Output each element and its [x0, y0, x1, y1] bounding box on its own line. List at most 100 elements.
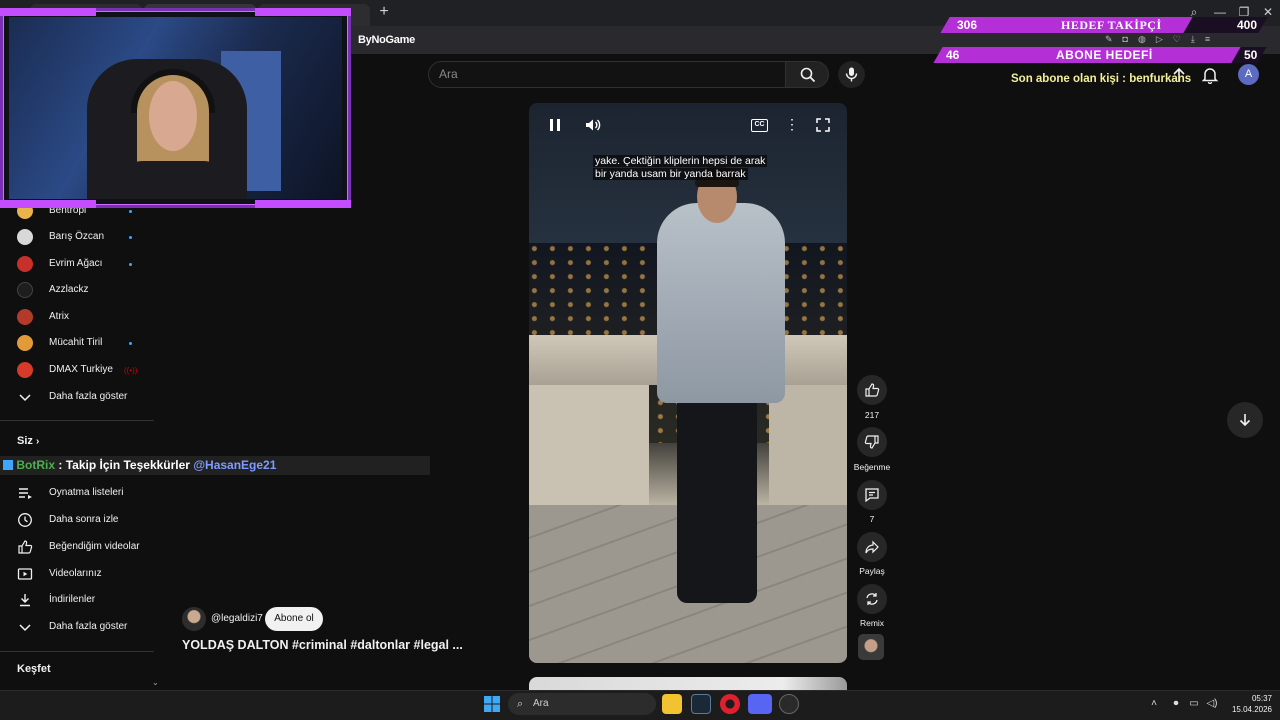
share-label: Paylaş: [859, 566, 885, 576]
sidebar-subscription[interactable]: Barış Özcan: [0, 224, 160, 250]
chat-username: BotRix: [16, 458, 56, 472]
app-icon[interactable]: [779, 694, 799, 714]
bookmark-bynogame[interactable]: ByNoGame: [358, 26, 415, 54]
sidebar-subscription[interactable]: Mücahit Tiril: [0, 330, 160, 356]
sidebar-item-watch-later[interactable]: Daha sonra izle: [0, 507, 160, 533]
share-icon: [865, 540, 879, 554]
channel-avatar[interactable]: [182, 607, 206, 631]
taskbar-search[interactable]: ⌕ Ara: [508, 693, 656, 715]
sidebar-subscription[interactable]: DMAX Turkiye ((•)): [0, 357, 160, 383]
download-icon[interactable]: ⤓: [1191, 34, 1205, 44]
menu-icon[interactable]: ≡: [1205, 34, 1220, 44]
sidebar-item-label: Beğendiğim videolar: [49, 541, 140, 552]
shorts-video-player[interactable]: [529, 103, 847, 663]
sidebar-subscription[interactable]: Evrim Ağacı: [0, 251, 160, 277]
clock-time: 05:37: [1251, 694, 1272, 703]
sound-thumbnail[interactable]: [858, 634, 884, 660]
frame-corner: [255, 8, 351, 16]
sidebar-subscription[interactable]: Azzlackz: [0, 277, 160, 303]
clock-date: 15.04.2026: [1231, 705, 1272, 714]
comments-button[interactable]: [857, 480, 887, 510]
remix-button[interactable]: [857, 584, 887, 614]
goal-label: ABONE HEDEFİ: [1056, 48, 1153, 62]
sidebar-item-downloads[interactable]: İndirilenler: [0, 587, 160, 613]
sidebar-divider: [0, 651, 154, 652]
thumbs-down-icon: [864, 435, 879, 449]
file-explorer-icon[interactable]: [662, 694, 682, 714]
remix-label: Remix: [859, 618, 885, 628]
captions-icon[interactable]: CC: [751, 119, 768, 132]
chevron-down-icon: [19, 624, 31, 632]
live-icon: ((•)): [124, 366, 138, 375]
last-subscriber-text: Son abone olan kişi : benfurkans: [1011, 73, 1192, 85]
downloads-icon: [20, 594, 30, 607]
bot-icon: [3, 460, 13, 470]
taskbar-clock[interactable]: 05:37 15.04.2026: [1228, 693, 1272, 715]
comment-icon: [865, 488, 879, 503]
extension-icon[interactable]: ◍: [1138, 34, 1156, 44]
sidebar: Bentropi Barış Özcan Evrim Ağacı Azzlack…: [0, 200, 160, 690]
like-button[interactable]: [857, 375, 887, 405]
share-button[interactable]: [857, 532, 887, 562]
sidebar-item-playlists[interactable]: Oynatma listeleri: [0, 480, 160, 506]
you-heading: Siz: [17, 435, 33, 447]
new-content-dot: [129, 236, 132, 239]
channel-avatar-icon: [17, 362, 33, 378]
notifications-bell-icon[interactable]: [1201, 66, 1219, 84]
arrow-down-icon: [1239, 414, 1251, 427]
video-person: [677, 393, 757, 603]
pause-icon[interactable]: [546, 116, 564, 134]
extension-icon[interactable]: ✎: [1105, 34, 1123, 44]
short-title[interactable]: YOLDAŞ DALTON #criminal #daltonlar #lega…: [182, 638, 463, 652]
mic-icon: [845, 67, 858, 82]
play-icon[interactable]: ▷: [1156, 34, 1173, 44]
frame-corner: [255, 200, 351, 208]
remix-icon: [866, 593, 878, 605]
channel-handle[interactable]: @legaldizi7: [211, 613, 263, 624]
more-vertical-icon[interactable]: ⋮: [785, 116, 799, 134]
sidebar-item-your-videos[interactable]: Videolarınız: [0, 561, 160, 587]
subscribe-button[interactable]: Abone ol: [265, 607, 323, 631]
goal-target: 400: [1237, 18, 1258, 32]
tray-mic-icon[interactable]: ⏺: [1170, 698, 1182, 710]
comment-count: 7: [869, 514, 875, 524]
channel-avatar-icon: [17, 309, 33, 325]
camera-icon[interactable]: ◘: [1123, 34, 1138, 44]
fullscreen-icon[interactable]: [815, 117, 831, 133]
scroll-down-arrow-icon[interactable]: ⌄: [152, 678, 159, 687]
network-icon[interactable]: ▭: [1188, 698, 1200, 710]
goal-current: 306: [957, 18, 978, 32]
liked-videos-icon: [18, 540, 33, 554]
new-content-dot: [129, 342, 132, 345]
volume-tray-icon[interactable]: ◁): [1206, 698, 1218, 710]
sidebar-subscription[interactable]: Atrix: [0, 304, 160, 330]
sidebar-item-label: Barış Özcan: [49, 231, 105, 242]
search-button[interactable]: [785, 61, 829, 88]
volume-icon[interactable]: [584, 116, 602, 134]
show-more-button[interactable]: Daha fazla göster: [0, 384, 160, 410]
show-more-label: Daha fazla göster: [49, 621, 128, 632]
webcam-feed: [113, 161, 233, 199]
heart-icon[interactable]: ♡: [1173, 34, 1191, 44]
opera-icon[interactable]: [720, 694, 740, 714]
channel-avatar-icon: [17, 282, 33, 298]
show-more-button[interactable]: Daha fazla göster: [0, 614, 160, 640]
next-short-button[interactable]: [1227, 402, 1263, 438]
dislike-button[interactable]: [857, 427, 887, 457]
goal-current: 46: [946, 48, 960, 62]
steam-icon[interactable]: [691, 694, 711, 714]
channel-avatar-icon: [17, 229, 33, 245]
voice-search-button[interactable]: [838, 61, 865, 88]
search-input[interactable]: Ara: [428, 61, 786, 88]
video-scene: [769, 385, 847, 505]
new-tab-icon[interactable]: +: [376, 4, 392, 20]
discord-icon[interactable]: [748, 694, 772, 714]
tray-chevron-icon[interactable]: ˄: [1148, 698, 1160, 710]
thumbs-up-icon: [865, 383, 880, 397]
chat-message-text: Takip İçin Teşekkürler: [65, 458, 190, 472]
video-scene: [529, 385, 649, 505]
account-avatar[interactable]: A: [1238, 64, 1259, 85]
windows-start-icon[interactable]: [484, 696, 500, 712]
sidebar-item-liked-videos[interactable]: Beğendiğim videolar: [0, 534, 160, 560]
you-section-link[interactable]: Siz ›: [17, 435, 39, 447]
